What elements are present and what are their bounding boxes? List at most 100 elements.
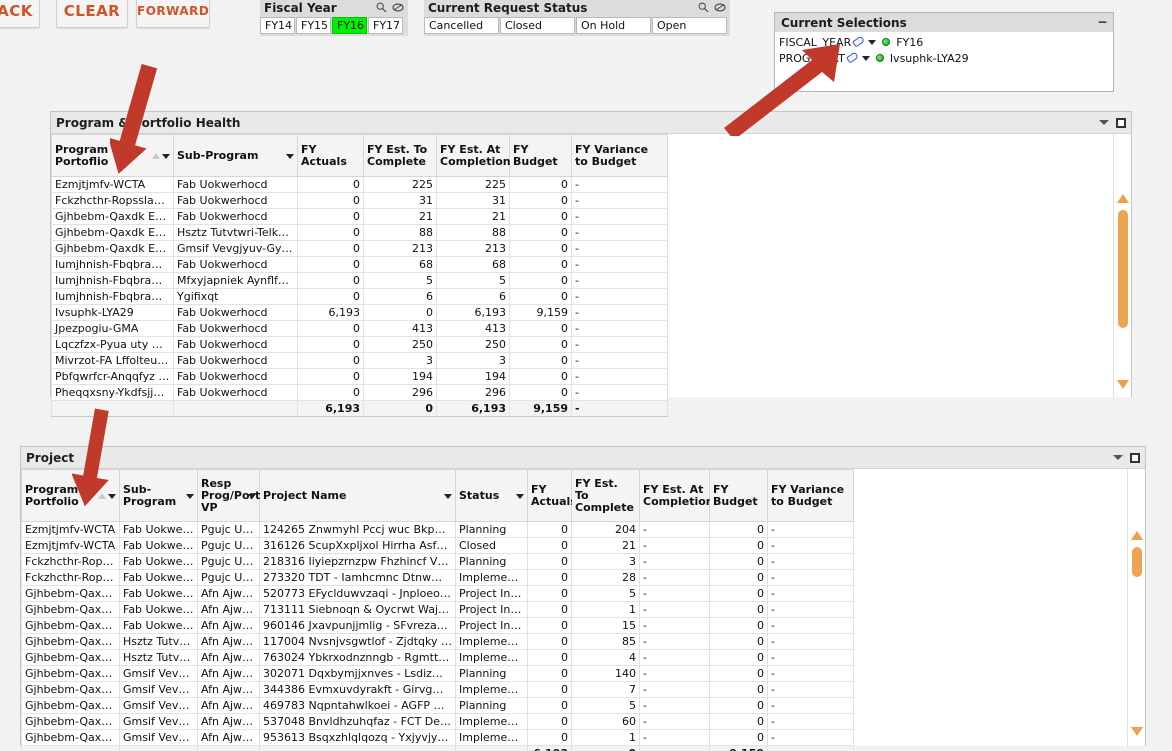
- table-cell[interactable]: 0: [509, 192, 572, 209]
- table-cell[interactable]: Gmsif Vevgj…: [119, 681, 198, 698]
- column-header-status[interactable]: Status: [455, 469, 528, 522]
- chevron-down-icon[interactable]: [186, 493, 194, 499]
- table-cell[interactable]: Pgujc Uh…: [197, 553, 260, 570]
- table-cell[interactable]: 3: [436, 352, 510, 369]
- table-cell[interactable]: 21: [571, 537, 640, 554]
- fiscal-year-option-fy14[interactable]: FY14: [260, 17, 295, 34]
- table-cell[interactable]: Hsztz Tutvtw…: [119, 633, 198, 650]
- table-cell[interactable]: Gjhbebm-Qaxdk…: [21, 713, 120, 730]
- fiscal-year-option-fy17[interactable]: FY17: [368, 17, 403, 34]
- column-header-fy-est-at-completion[interactable]: FY Est. At Completion: [639, 469, 714, 522]
- table-cell[interactable]: 0: [527, 729, 572, 746]
- table-cell[interactable]: Gmsif Vevgj…: [119, 665, 198, 682]
- eraser-icon[interactable]: [392, 2, 404, 13]
- table-row[interactable]: Fckzhcthr-Ropsslamfj Fab Uokwerhocd 0 31 31 0…: [51, 192, 668, 209]
- table-cell[interactable]: -: [767, 585, 854, 602]
- table-cell[interactable]: -: [571, 336, 668, 353]
- table-cell[interactable]: Fckzhcthr-Ropsslamfj: [51, 192, 174, 209]
- table-cell[interactable]: 0: [527, 585, 572, 602]
- health-table-scrollbar[interactable]: [1113, 134, 1131, 397]
- table-cell[interactable]: 88: [436, 224, 510, 241]
- table-cell[interactable]: Fab Uokwerhocd: [173, 176, 298, 193]
- eraser-icon[interactable]: [714, 2, 726, 13]
- table-cell[interactable]: Iumjhnish-Fbqbrawt…: [51, 272, 174, 289]
- table-cell[interactable]: 1: [571, 729, 640, 746]
- table-cell[interactable]: Gjhbebm-Qaxdk…: [21, 601, 120, 618]
- table-cell[interactable]: 124265 Znwmyhl Pccj wuc Bkpmurbq…: [259, 521, 456, 538]
- table-cell[interactable]: Pgujc Uh…: [197, 521, 260, 538]
- table-cell[interactable]: 0: [509, 240, 572, 257]
- table-cell[interactable]: Iumjhnish-Fbqbrawt…: [51, 288, 174, 305]
- table-cell[interactable]: 763024 Ybkrxodnznngb - Rgmttfjoi U…: [259, 649, 456, 666]
- table-row[interactable]: Pbfqwrfcr-Anqqfyz D… Fab Uokwerhocd 0 194 19…: [51, 368, 668, 385]
- table-cell[interactable]: Ezmjtjmfv-WCTA: [21, 521, 120, 538]
- table-cell[interactable]: -: [767, 681, 854, 698]
- table-cell[interactable]: -: [639, 569, 710, 586]
- table-cell[interactable]: -: [571, 368, 668, 385]
- table-cell[interactable]: 0: [509, 352, 572, 369]
- table-cell[interactable]: Gjhbebm-Qaxdk…: [21, 697, 120, 714]
- table-cell[interactable]: 0: [509, 320, 572, 337]
- table-cell[interactable]: -: [639, 697, 710, 714]
- table-cell[interactable]: 0: [709, 649, 768, 666]
- chevron-down-icon[interactable]: [286, 153, 294, 159]
- table-cell[interactable]: -: [571, 320, 668, 337]
- table-cell[interactable]: 0: [527, 681, 572, 698]
- table-row[interactable]: Ivsuphk-LYA29 Fab Uokwerhocd 6,193 0 6,193 9,…: [51, 304, 668, 321]
- table-cell[interactable]: Gjhbebm-Qaxdk…: [21, 649, 120, 666]
- table-cell[interactable]: 0: [297, 208, 364, 225]
- table-cell[interactable]: Pgujc Uh…: [197, 537, 260, 554]
- table-cell[interactable]: 21: [363, 208, 437, 225]
- table-cell[interactable]: Ezmjtjmfv-WCTA: [51, 176, 174, 193]
- column-header-fy-est-at-completion[interactable]: FY Est. At Completion: [436, 134, 511, 177]
- table-cell[interactable]: Planning: [455, 697, 528, 714]
- table-cell[interactable]: 0: [709, 697, 768, 714]
- table-cell[interactable]: -: [571, 224, 668, 241]
- table-cell[interactable]: -: [571, 304, 668, 321]
- table-cell[interactable]: Project Initi…: [455, 617, 528, 634]
- pencil-icon[interactable]: [846, 53, 858, 64]
- column-header-fy-est-to-complete[interactable]: FY Est. To Complete: [571, 469, 640, 522]
- table-cell[interactable]: Implement…: [455, 633, 528, 650]
- table-cell[interactable]: 0: [527, 601, 572, 618]
- table-cell[interactable]: -: [639, 553, 710, 570]
- chevron-down-icon[interactable]: [516, 493, 524, 499]
- table-cell[interactable]: 117004 Nvsnjvsgwtlof - Zjdtqky IIYT …: [259, 633, 456, 650]
- table-cell[interactable]: Afn Ajwd…: [197, 617, 260, 634]
- table-row[interactable]: Gjhbebm-Qaxdk Ewz… Hsztz Tutvtwri-Telkaio…: [51, 224, 668, 241]
- table-cell[interactable]: Ezmjtjmfv-WCTA: [21, 537, 120, 554]
- table-cell[interactable]: 250: [363, 336, 437, 353]
- search-icon[interactable]: [376, 2, 387, 13]
- table-cell[interactable]: 0: [709, 633, 768, 650]
- scrollbar-thumb[interactable]: [1118, 210, 1128, 328]
- table-cell[interactable]: -: [639, 601, 710, 618]
- table-cell[interactable]: 296: [363, 384, 437, 401]
- chevron-down-icon[interactable]: [861, 55, 870, 61]
- table-cell[interactable]: 0: [297, 224, 364, 241]
- maximize-icon[interactable]: [1116, 117, 1126, 128]
- table-cell[interactable]: Planning: [455, 665, 528, 682]
- table-cell[interactable]: 0: [509, 208, 572, 225]
- table-cell[interactable]: 413: [363, 320, 437, 337]
- table-cell[interactable]: -: [767, 617, 854, 634]
- pencil-icon[interactable]: [852, 37, 864, 48]
- table-cell[interactable]: -: [767, 521, 854, 538]
- table-cell[interactable]: Fab Uokwerhocd: [173, 368, 298, 385]
- table-cell[interactable]: 5: [571, 697, 640, 714]
- table-cell[interactable]: 213: [436, 240, 510, 257]
- table-cell[interactable]: 250: [436, 336, 510, 353]
- table-cell[interactable]: 6: [436, 288, 510, 305]
- table-cell[interactable]: 28: [571, 569, 640, 586]
- table-cell[interactable]: 15: [571, 617, 640, 634]
- column-header-fy-actuals[interactable]: FY Actuals: [527, 469, 577, 522]
- table-cell[interactable]: Fab Uokwerhocd: [173, 192, 298, 209]
- fiscal-year-option-fy15[interactable]: FY15: [296, 17, 331, 34]
- scroll-up-arrow[interactable]: [1117, 194, 1129, 203]
- table-cell[interactable]: -: [767, 633, 854, 650]
- table-cell[interactable]: 3: [571, 553, 640, 570]
- table-cell[interactable]: Fab Uokwer…: [119, 569, 198, 586]
- table-cell[interactable]: 0: [509, 272, 572, 289]
- table-cell[interactable]: 88: [363, 224, 437, 241]
- column-header-sub-program[interactable]: Sub-Program: [119, 469, 198, 522]
- column-header-fy-variance-to-budget[interactable]: FY Variance to Budget: [767, 469, 854, 522]
